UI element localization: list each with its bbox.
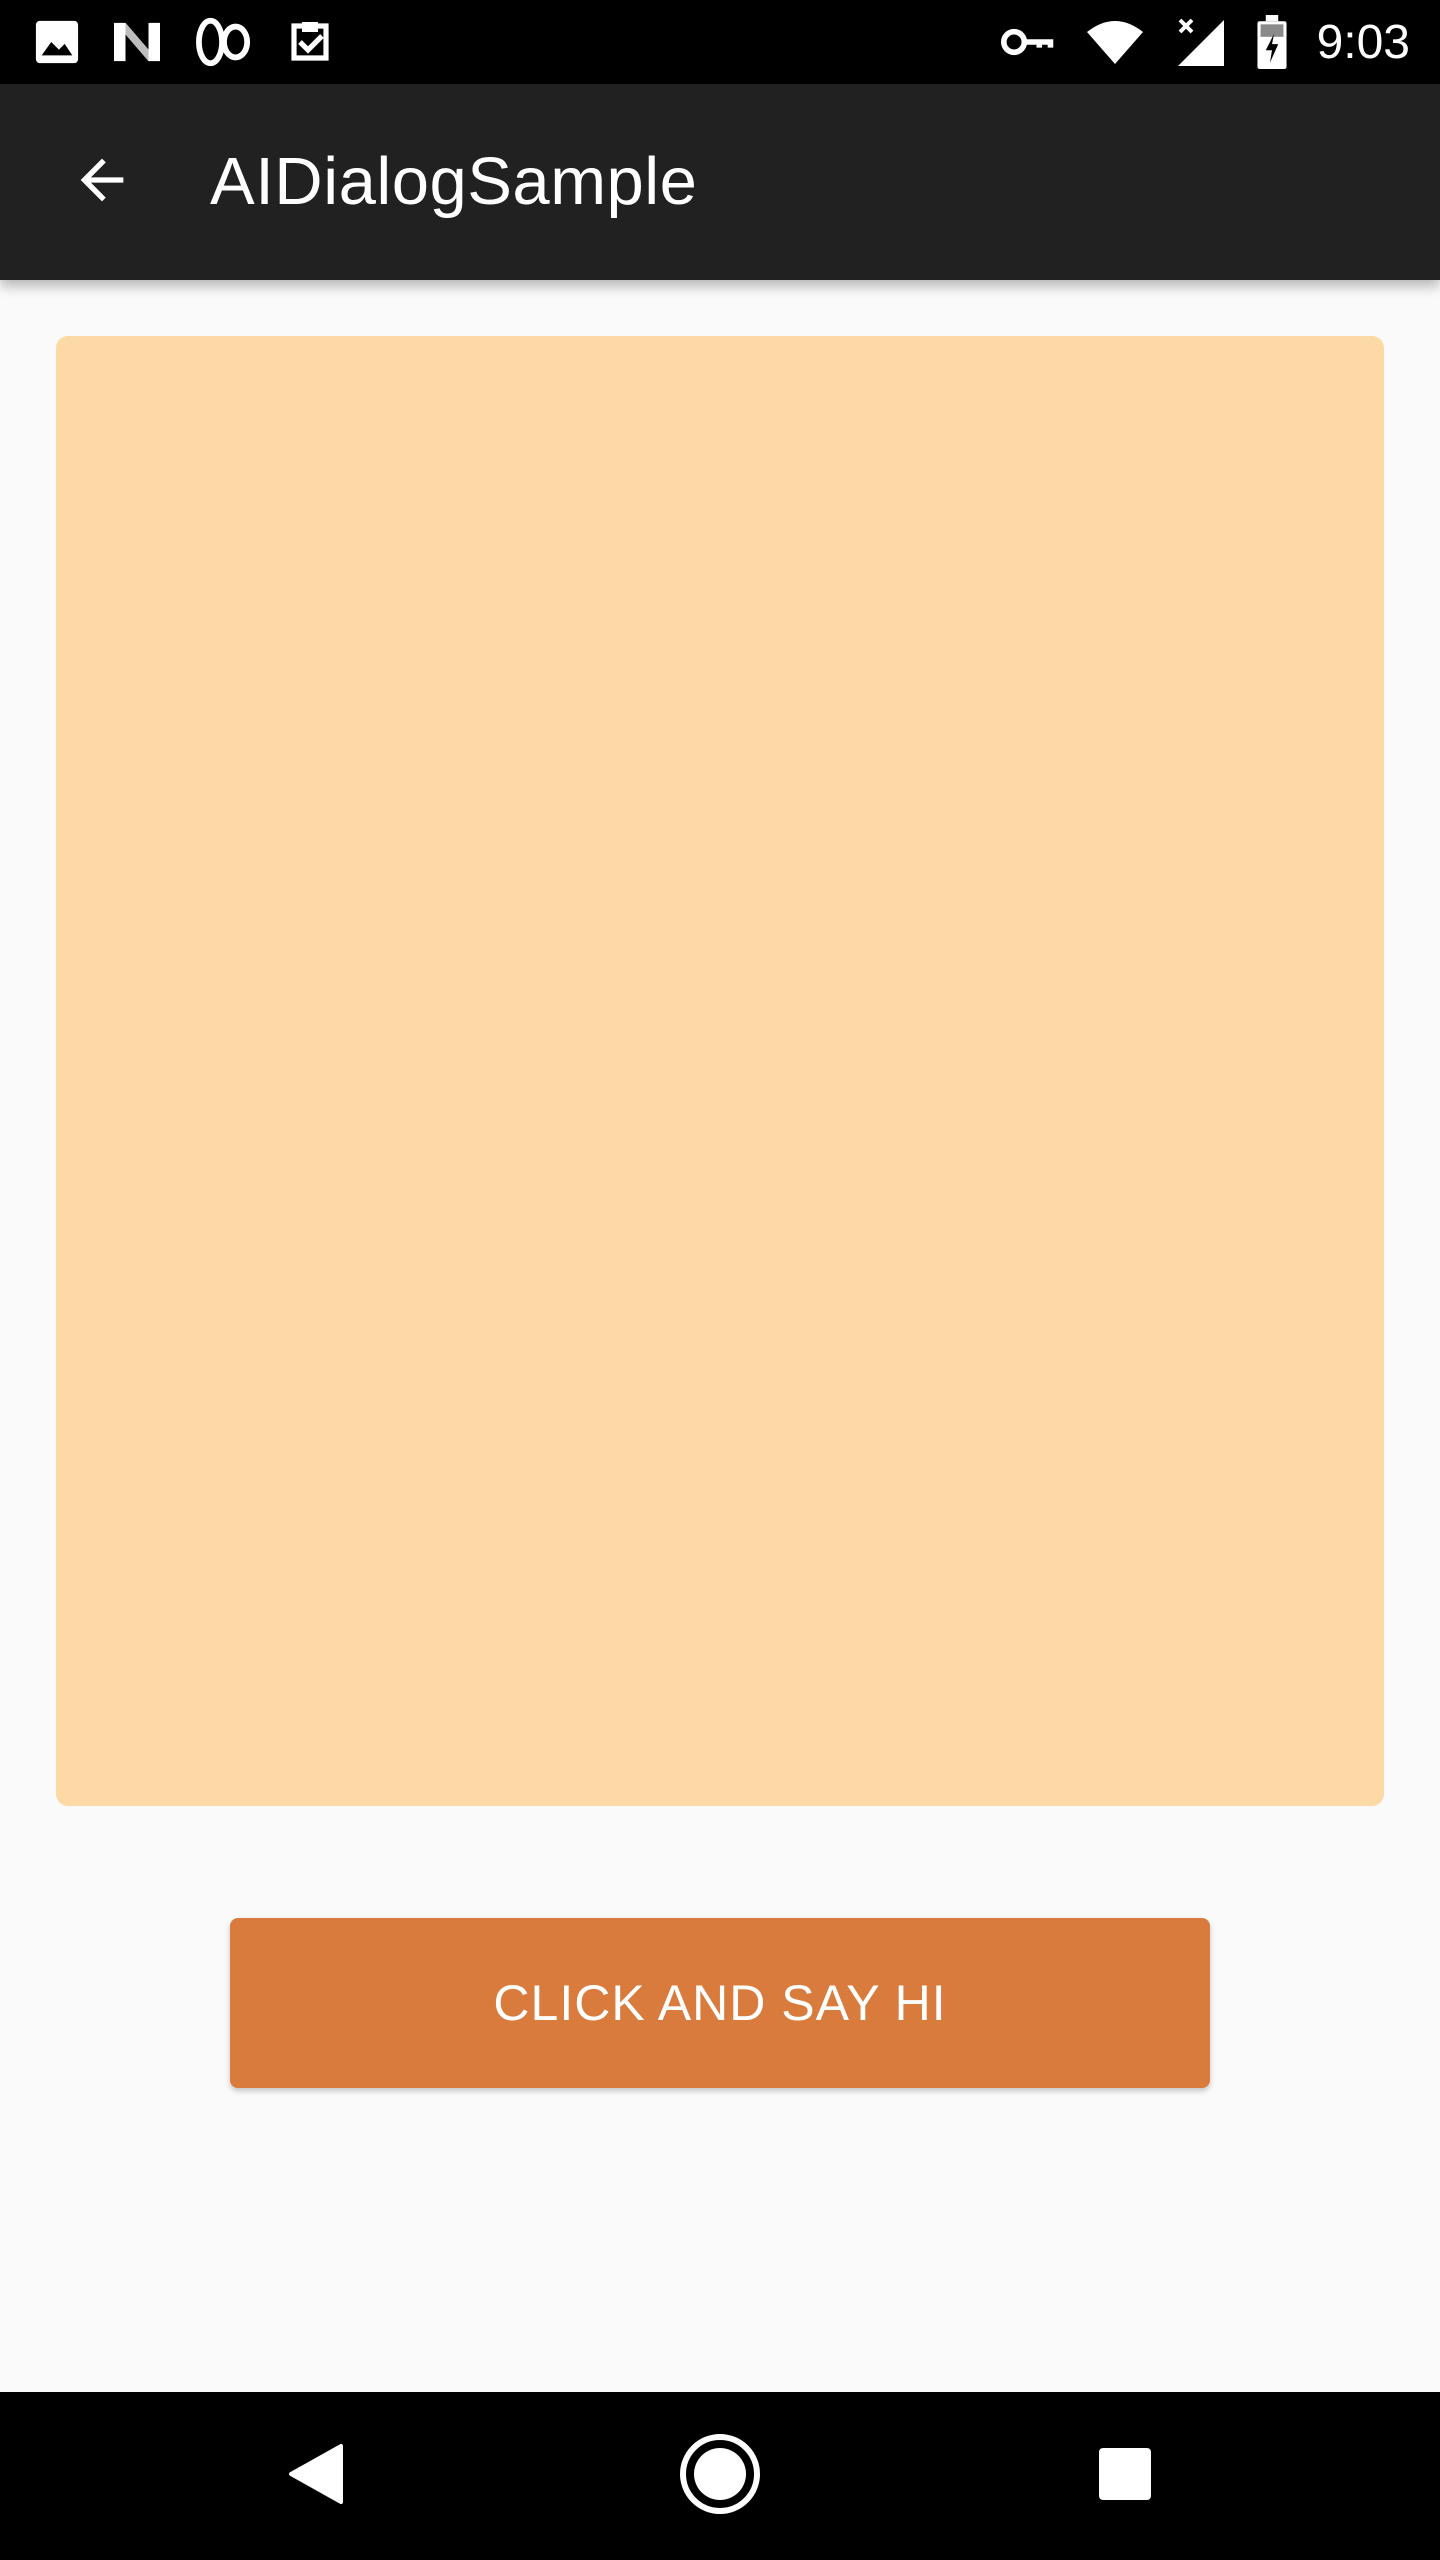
infinity-icon [194, 15, 254, 69]
n-logo-icon [110, 19, 164, 65]
status-time: 9:03 [1316, 15, 1410, 69]
clipboard-check-icon [284, 18, 336, 66]
arrow-back-icon [70, 148, 134, 217]
navigation-bar [0, 2392, 1440, 2560]
battery-charging-icon [1255, 15, 1289, 69]
nav-home-button[interactable] [660, 2416, 780, 2536]
back-button[interactable] [50, 130, 154, 234]
home-circle-icon [678, 2432, 762, 2521]
image-icon [34, 19, 80, 65]
app-bar: AIDialogSample [0, 84, 1440, 280]
back-triangle-icon [285, 2442, 345, 2511]
content-card [56, 336, 1384, 1806]
nav-recents-button[interactable] [1065, 2416, 1185, 2536]
click-and-say-hi-button[interactable]: CLICK AND SAY HI [230, 1918, 1210, 2088]
signal-icon [1173, 16, 1227, 68]
wifi-icon [1085, 17, 1145, 67]
nav-back-button[interactable] [255, 2416, 375, 2536]
status-right-icons: 9:03 [1000, 0, 1410, 84]
status-bar: 9:03 [0, 0, 1440, 84]
vpn-key-icon [1000, 25, 1057, 59]
recents-square-icon [1097, 2446, 1153, 2507]
app-title: AIDialogSample [210, 144, 698, 219]
status-left-icons [34, 0, 336, 84]
